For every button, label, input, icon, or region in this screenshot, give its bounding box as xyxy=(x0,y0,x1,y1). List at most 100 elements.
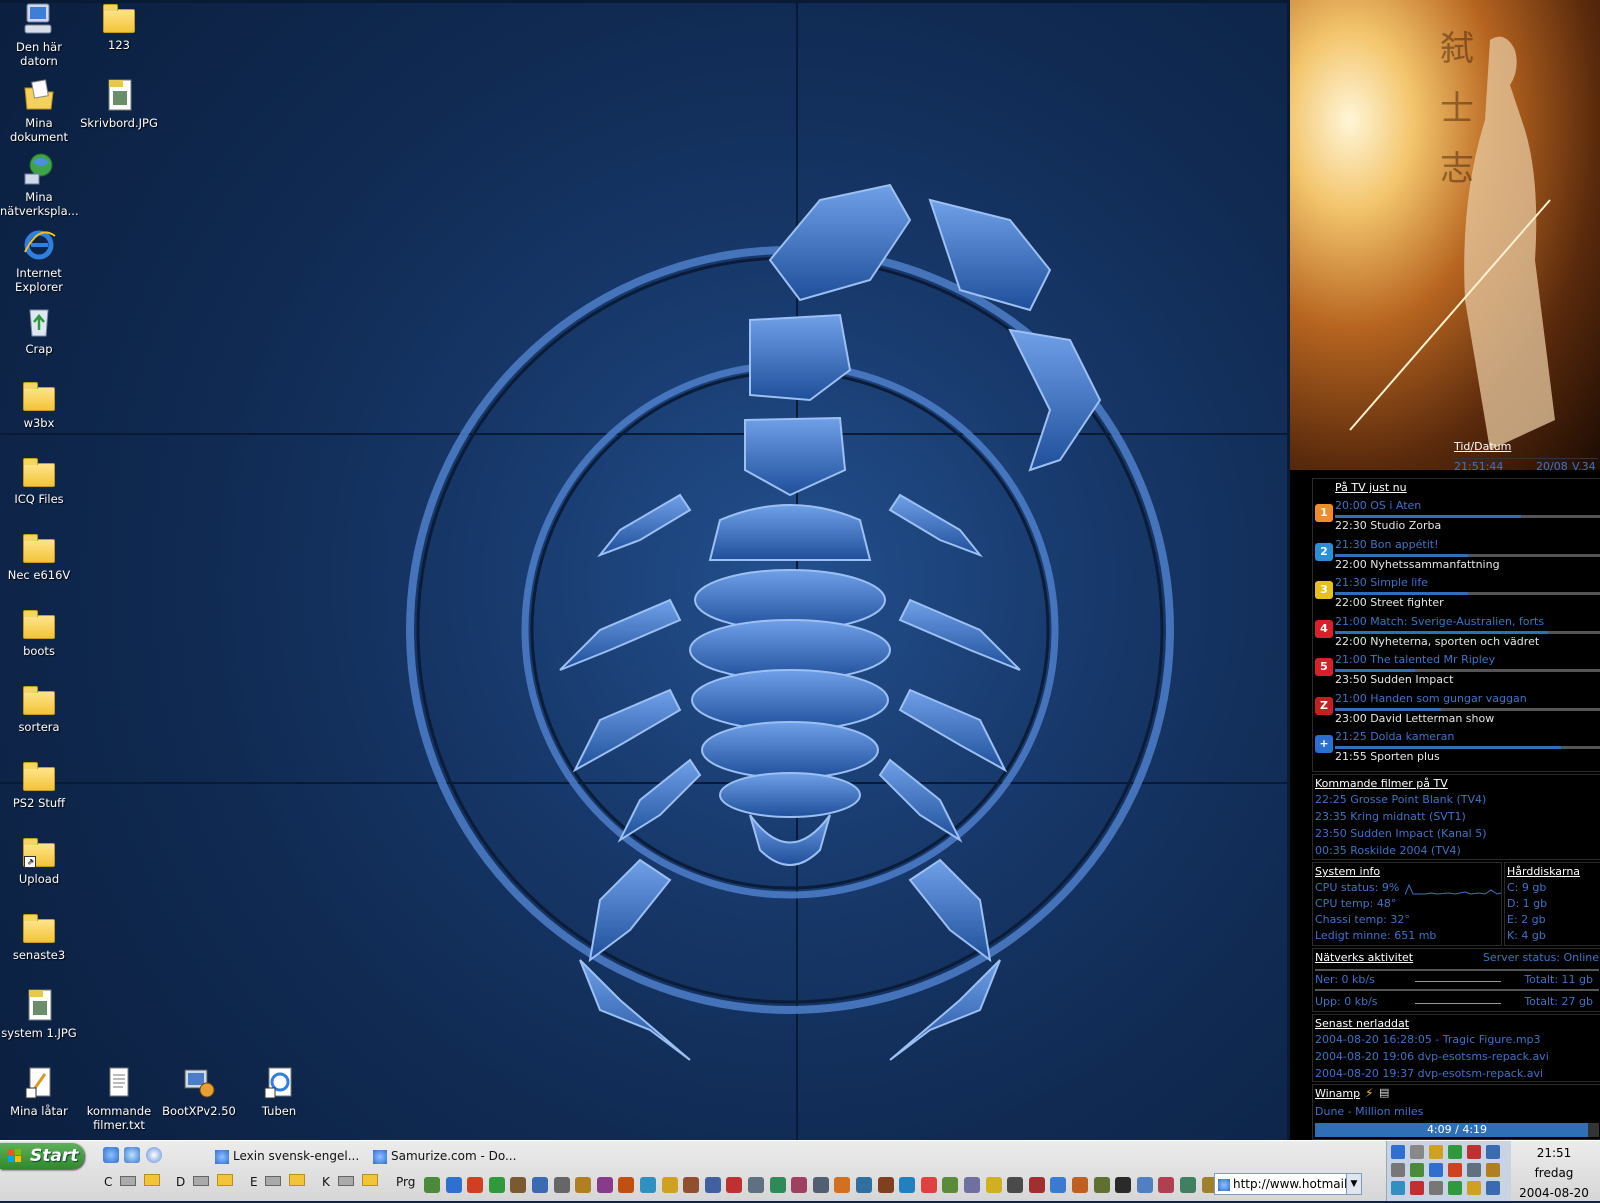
tv-progress-bar xyxy=(1335,669,1600,672)
program-launcher-icon[interactable] xyxy=(618,1177,635,1193)
program-launcher-icon[interactable] xyxy=(812,1177,829,1193)
desktop-icon-my-network[interactable]: Mina nätverkspla... xyxy=(0,152,79,218)
download-item: 2004-08-20 16:28:05 - Tragic Figure.mp3 xyxy=(1315,1033,1541,1046)
program-launcher-icon[interactable] xyxy=(899,1177,916,1193)
program-launcher-icon[interactable] xyxy=(1136,1177,1153,1193)
program-launcher-icon[interactable] xyxy=(920,1177,937,1193)
program-launcher-icon[interactable] xyxy=(488,1177,505,1193)
program-launcher-icon[interactable] xyxy=(1093,1177,1110,1193)
program-launcher-icon[interactable] xyxy=(640,1177,656,1193)
winamp-widget[interactable]: Winamp ⚡ ▤ Dune - Million miles 4:09 / 4… xyxy=(1312,1084,1600,1140)
tray-icon[interactable] xyxy=(1391,1163,1405,1177)
tray-icon[interactable] xyxy=(1429,1181,1443,1195)
program-launcher-icon[interactable] xyxy=(424,1177,440,1193)
desktop-icon-bootxp[interactable]: BootXPv2.50 xyxy=(160,1066,238,1118)
folder-icon xyxy=(23,534,55,563)
program-launcher-icon[interactable] xyxy=(1028,1177,1045,1193)
chevron-down-icon[interactable]: ▼ xyxy=(1346,1174,1361,1194)
program-launcher-icon[interactable] xyxy=(964,1177,980,1193)
desktop-icon-upload[interactable]: ↗ Upload xyxy=(0,836,78,886)
drive-toolbar-d[interactable]: D xyxy=(176,1171,233,1193)
desktop-icon-sortera[interactable]: sortera xyxy=(0,684,78,734)
program-launcher-icon[interactable] xyxy=(856,1177,872,1193)
program-launcher-icon[interactable] xyxy=(704,1177,721,1193)
tray-icon[interactable] xyxy=(1429,1163,1443,1177)
desktop-icon-123[interactable]: 123 xyxy=(80,2,158,52)
tray-icon[interactable] xyxy=(1467,1181,1481,1195)
tray-icon[interactable] xyxy=(1410,1145,1424,1159)
desktop-icon-recycle-bin[interactable]: Crap xyxy=(0,304,78,356)
desktop-icon-ps2-stuff[interactable]: PS2 Stuff xyxy=(0,760,78,810)
taskbar-window-samurize[interactable]: Samurize.com - Do... xyxy=(373,1145,523,1167)
desktop-icon-my-documents[interactable]: Mina dokument xyxy=(0,78,78,144)
outlook-quicklaunch-icon[interactable] xyxy=(124,1147,140,1163)
drive-toolbar-e[interactable]: E xyxy=(250,1171,306,1193)
desktop-wallpaper[interactable] xyxy=(0,0,1290,1140)
desktop-icon-internet-explorer[interactable]: Internet Explorer xyxy=(0,228,78,294)
taskbar-window-lexin[interactable]: Lexin svensk-engel... xyxy=(215,1145,365,1167)
drive-toolbar-c[interactable]: C xyxy=(104,1171,161,1193)
program-launcher-icon[interactable] xyxy=(510,1177,527,1193)
program-launcher-icon[interactable] xyxy=(1115,1177,1132,1193)
tray-icon[interactable] xyxy=(1467,1163,1481,1177)
program-launcher-icon[interactable] xyxy=(683,1177,700,1193)
desktop-icon-skrivbord-jpg[interactable]: Skrivbord.JPG xyxy=(80,78,158,130)
address-bar[interactable]: http://www.hotmail ▼ xyxy=(1214,1173,1362,1195)
program-launcher-icon[interactable] xyxy=(834,1177,851,1193)
desktop-icon-icq-files[interactable]: ICQ Files xyxy=(0,456,78,506)
program-launcher-icon[interactable] xyxy=(1007,1177,1024,1193)
tray-icon[interactable] xyxy=(1486,1145,1500,1159)
drive-toolbar-k[interactable]: K xyxy=(322,1171,378,1193)
program-launcher-icon[interactable] xyxy=(985,1177,1002,1193)
desktop-icon-boots[interactable]: boots xyxy=(0,608,78,658)
desktop-icon-tuben[interactable]: Tuben xyxy=(240,1066,318,1118)
tray-icon[interactable] xyxy=(1410,1181,1424,1195)
program-launcher-icon[interactable] xyxy=(596,1177,613,1193)
tray-icon[interactable] xyxy=(1391,1145,1405,1159)
program-launcher-icon[interactable] xyxy=(445,1177,462,1193)
tray-icon[interactable] xyxy=(1448,1163,1462,1177)
start-button[interactable]: Start xyxy=(0,1143,84,1169)
program-launcher-icon[interactable] xyxy=(726,1177,743,1193)
tray-icon[interactable] xyxy=(1486,1181,1500,1195)
messenger-quicklaunch-icon[interactable] xyxy=(146,1147,162,1163)
program-launcher-icon[interactable] xyxy=(1158,1177,1175,1193)
tray-icon[interactable] xyxy=(1467,1145,1481,1159)
tray-icon[interactable] xyxy=(1448,1145,1462,1159)
desktop-icon-label: ICQ Files xyxy=(14,492,64,506)
desktop-icon-nec-e616v[interactable]: Nec e616V xyxy=(0,532,78,582)
ie-window-icon xyxy=(373,1149,387,1164)
program-launcher-icon[interactable] xyxy=(661,1177,678,1193)
desktop-icon-label: Upload xyxy=(18,872,60,886)
tray-icon[interactable] xyxy=(1486,1163,1500,1177)
desktop-icon-w3bx[interactable]: w3bx xyxy=(0,380,78,430)
ie-quicklaunch-icon[interactable] xyxy=(103,1147,119,1163)
winamp-progress-bar[interactable]: 4:09 / 4:19 xyxy=(1315,1123,1599,1137)
program-toolbar-label: Prg xyxy=(396,1175,416,1189)
playlist-icon[interactable]: ▤ xyxy=(1379,1086,1389,1099)
program-launcher-icon[interactable] xyxy=(467,1177,484,1193)
program-launcher-icon[interactable] xyxy=(877,1177,894,1193)
program-launcher-icon[interactable] xyxy=(942,1177,959,1193)
tray-icon[interactable] xyxy=(1448,1181,1462,1195)
program-launcher-icon[interactable] xyxy=(791,1177,808,1193)
program-launcher-icon[interactable] xyxy=(1072,1177,1088,1193)
program-launcher-icon[interactable] xyxy=(748,1177,764,1193)
program-launcher-icon[interactable] xyxy=(532,1177,548,1193)
tray-icon[interactable] xyxy=(1410,1163,1424,1177)
program-launcher-icon[interactable] xyxy=(1180,1177,1196,1193)
taskbar-clock[interactable]: 21:51 fredag 2004-08-20 xyxy=(1512,1143,1596,1203)
program-launcher-icon[interactable] xyxy=(575,1177,592,1193)
desktop-icon-senaste3[interactable]: senaste3 xyxy=(0,912,78,962)
tray-icon[interactable] xyxy=(1391,1181,1405,1195)
drive-icon xyxy=(193,1176,210,1186)
desktop-icon-kommande-filmer[interactable]: kommande filmer.txt xyxy=(80,1066,158,1132)
desktop-icon-mina-latar[interactable]: Mina låtar xyxy=(0,1066,78,1118)
desktop-icon-my-computer[interactable]: Den här datorn xyxy=(0,2,78,68)
tray-icon[interactable] xyxy=(1429,1145,1443,1159)
program-launcher-icon[interactable] xyxy=(1050,1177,1067,1193)
program-launcher-icon[interactable] xyxy=(769,1177,786,1193)
desktop-icon-system1-jpg[interactable]: system 1.JPG xyxy=(0,988,78,1040)
lightning-icon[interactable]: ⚡ xyxy=(1365,1086,1373,1100)
program-launcher-icon[interactable] xyxy=(553,1177,570,1193)
